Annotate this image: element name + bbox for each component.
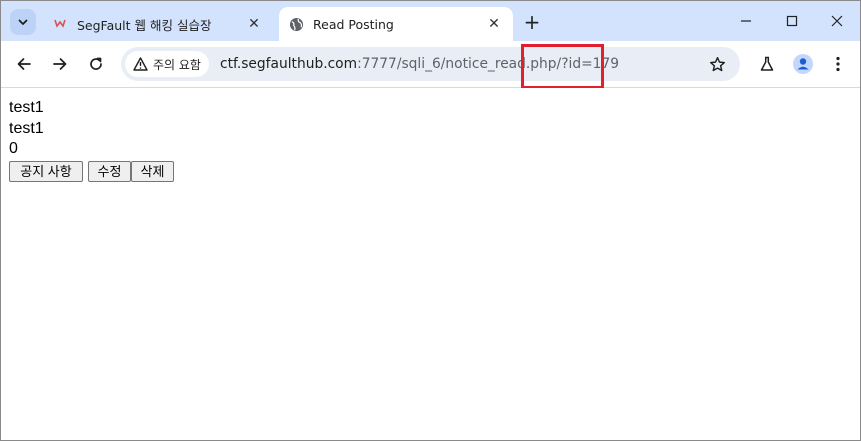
forward-button[interactable] — [48, 52, 72, 76]
post-content: test1 — [9, 120, 44, 137]
post-views: 0 — [9, 140, 18, 157]
edit-button[interactable]: 수정 — [88, 161, 131, 182]
close-window-button[interactable] — [814, 1, 860, 41]
chevron-down-icon — [17, 13, 29, 32]
delete-button[interactable]: 삭제 — [131, 161, 174, 182]
warning-icon — [133, 57, 148, 71]
reload-icon — [90, 57, 102, 70]
minimize-icon — [741, 20, 751, 22]
toolbar: 주의 요함 ctf.segfaulthub.com:7777/sqli_6/no… — [1, 41, 860, 88]
labs-flask-icon[interactable] — [755, 52, 779, 76]
url-query-highlight — [521, 44, 604, 89]
segfault-favicon — [52, 16, 68, 32]
security-chip[interactable]: 주의 요함 — [125, 51, 209, 77]
tab-segfault[interactable]: SegFault 웹 해킹 실습장 ✕ — [43, 7, 273, 41]
reload-button[interactable] — [84, 52, 108, 76]
tab-title: Read Posting — [313, 16, 394, 32]
globe-icon — [288, 16, 304, 32]
tab-search-button[interactable] — [10, 9, 36, 35]
profile-avatar-icon[interactable] — [791, 52, 815, 76]
security-chip-label: 주의 요함 — [153, 57, 201, 72]
maximize-button[interactable] — [769, 1, 815, 41]
url-host: ctf.segfaulthub.com — [220, 56, 358, 72]
notice-list-button[interactable]: 공지 사항 — [9, 161, 83, 182]
back-button[interactable] — [12, 52, 36, 76]
new-tab-button[interactable]: + — [521, 10, 543, 34]
address-bar[interactable]: 주의 요함 ctf.segfaulthub.com:7777/sqli_6/no… — [121, 47, 740, 81]
close-icon[interactable]: ✕ — [485, 15, 503, 33]
tab-title: SegFault 웹 해킹 실습장 — [77, 17, 212, 33]
tab-read-posting[interactable]: Read Posting ✕ — [279, 7, 513, 41]
page-content: test1 test1 0 공지 사항 수정 삭제 — [1, 88, 860, 440]
arrow-right-icon — [53, 58, 67, 70]
browser-window: SegFault 웹 해킹 실습장 ✕ Read Posting ✕ + 주의 … — [0, 0, 861, 441]
close-icon[interactable]: ✕ — [245, 15, 263, 33]
bookmark-star-icon[interactable] — [708, 55, 726, 73]
minimize-button[interactable] — [723, 1, 769, 41]
arrow-left-icon — [17, 58, 31, 70]
post-title: test1 — [9, 99, 44, 116]
more-menu-icon[interactable] — [826, 52, 850, 76]
close-icon — [831, 15, 843, 27]
maximize-icon — [786, 15, 798, 27]
tab-strip: SegFault 웹 해킹 실습장 ✕ Read Posting ✕ + — [1, 1, 860, 41]
